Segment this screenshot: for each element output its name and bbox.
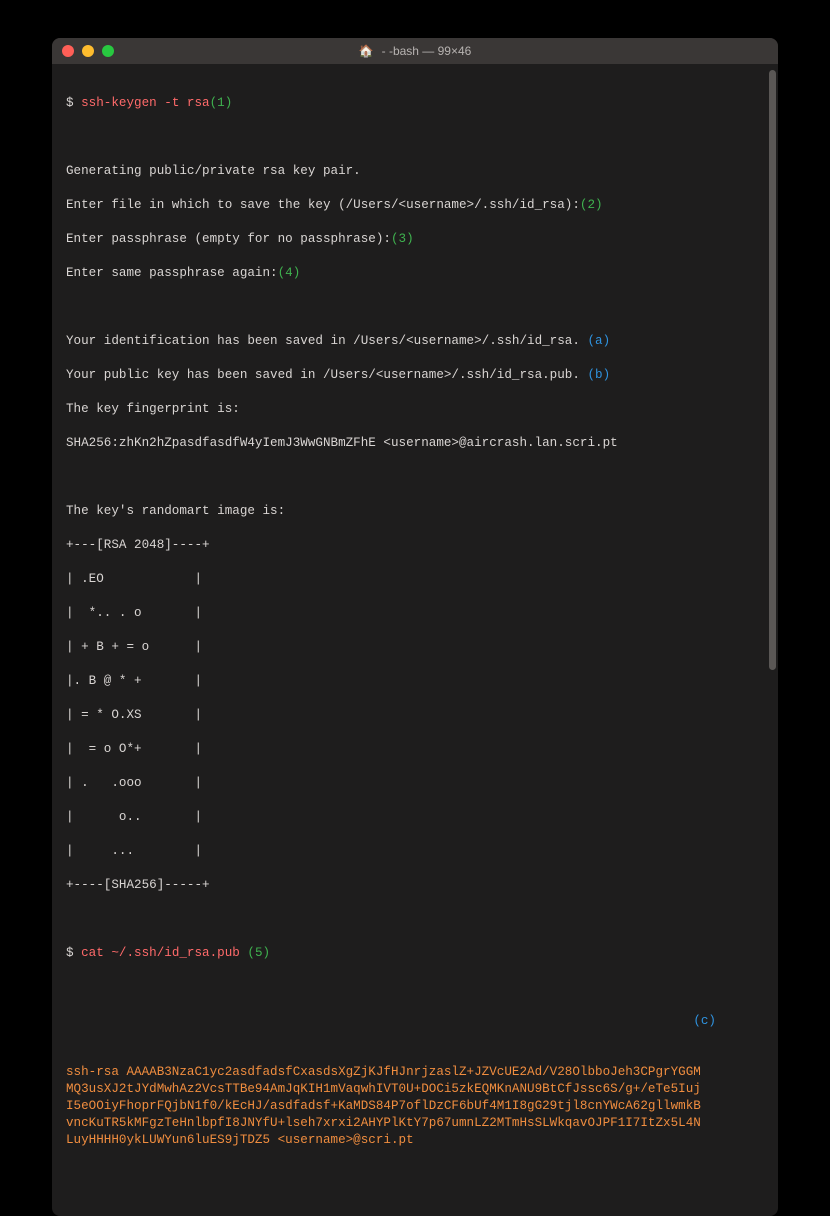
minimize-button[interactable]: [82, 45, 94, 57]
scrollbar[interactable]: [768, 70, 776, 1210]
output-id-saved: Your identification has been saved in /U…: [66, 334, 587, 348]
randomart-line: | ... |: [66, 844, 202, 858]
home-icon: 🏠: [359, 44, 374, 58]
randomart-line: | = o O*+ |: [66, 742, 202, 756]
annotation-c: (c): [693, 1013, 716, 1030]
randomart-line: |. B @ * + |: [66, 674, 202, 688]
close-button[interactable]: [62, 45, 74, 57]
annotation-1: (1): [210, 96, 233, 110]
output-enter-pass: Enter passphrase (empty for no passphras…: [66, 232, 391, 246]
window-title-group: 🏠 - -bash — 99×46: [359, 44, 472, 58]
titlebar: 🏠 - -bash — 99×46: [52, 38, 778, 64]
maximize-button[interactable]: [102, 45, 114, 57]
randomart-line: | + B + = o |: [66, 640, 202, 654]
randomart-line: | = * O.XS |: [66, 708, 202, 722]
annotation-a: (a): [587, 334, 610, 348]
window-title: - -bash — 99×46: [382, 44, 472, 58]
output-fingerprint-label: The key fingerprint is:: [66, 402, 240, 416]
terminal-body[interactable]: $ ssh-keygen -t rsa(1) Generating public…: [52, 64, 778, 1216]
annotation-3: (3): [391, 232, 414, 246]
prompt-symbol: $: [66, 96, 81, 110]
annotation-5: (5): [247, 946, 270, 960]
command-ssh-keygen: ssh-keygen -t rsa: [81, 96, 209, 110]
output-generating: Generating public/private rsa key pair.: [66, 164, 361, 178]
terminal-content: $ ssh-keygen -t rsa(1) Generating public…: [66, 78, 764, 1200]
output-pub-saved: Your public key has been saved in /Users…: [66, 368, 587, 382]
output-enter-pass-again: Enter same passphrase again:: [66, 266, 278, 280]
terminal-window: 🏠 - -bash — 99×46 $ ssh-keygen -t rsa(1)…: [52, 38, 778, 1216]
output-randomart-title: The key's randomart image is:: [66, 504, 285, 518]
output-public-key: ssh-rsa AAAAB3NzaC1yc2asdfadsfCxasdsXgZj…: [66, 1064, 706, 1149]
output-fingerprint: SHA256:zhKn2hZpasdfasdfW4yIemJ3WwGNBmZFh…: [66, 436, 618, 450]
randomart-line: | .EO |: [66, 572, 202, 586]
output-enter-file: Enter file in which to save the key (/Us…: [66, 198, 580, 212]
prompt-symbol: $: [66, 946, 81, 960]
scrollbar-thumb[interactable]: [769, 70, 776, 670]
randomart-line: | o.. |: [66, 810, 202, 824]
annotation-4: (4): [278, 266, 301, 280]
randomart-line: | *.. . o |: [66, 606, 202, 620]
annotation-2: (2): [580, 198, 603, 212]
randomart-line: | . .ooo |: [66, 776, 202, 790]
annotation-b: (b): [587, 368, 610, 382]
randomart-line: +----[SHA256]-----+: [66, 878, 210, 892]
randomart-line: +---[RSA 2048]----+: [66, 538, 210, 552]
command-cat: cat ~/.ssh/id_rsa.pub: [81, 946, 240, 960]
traffic-lights: [62, 45, 114, 57]
